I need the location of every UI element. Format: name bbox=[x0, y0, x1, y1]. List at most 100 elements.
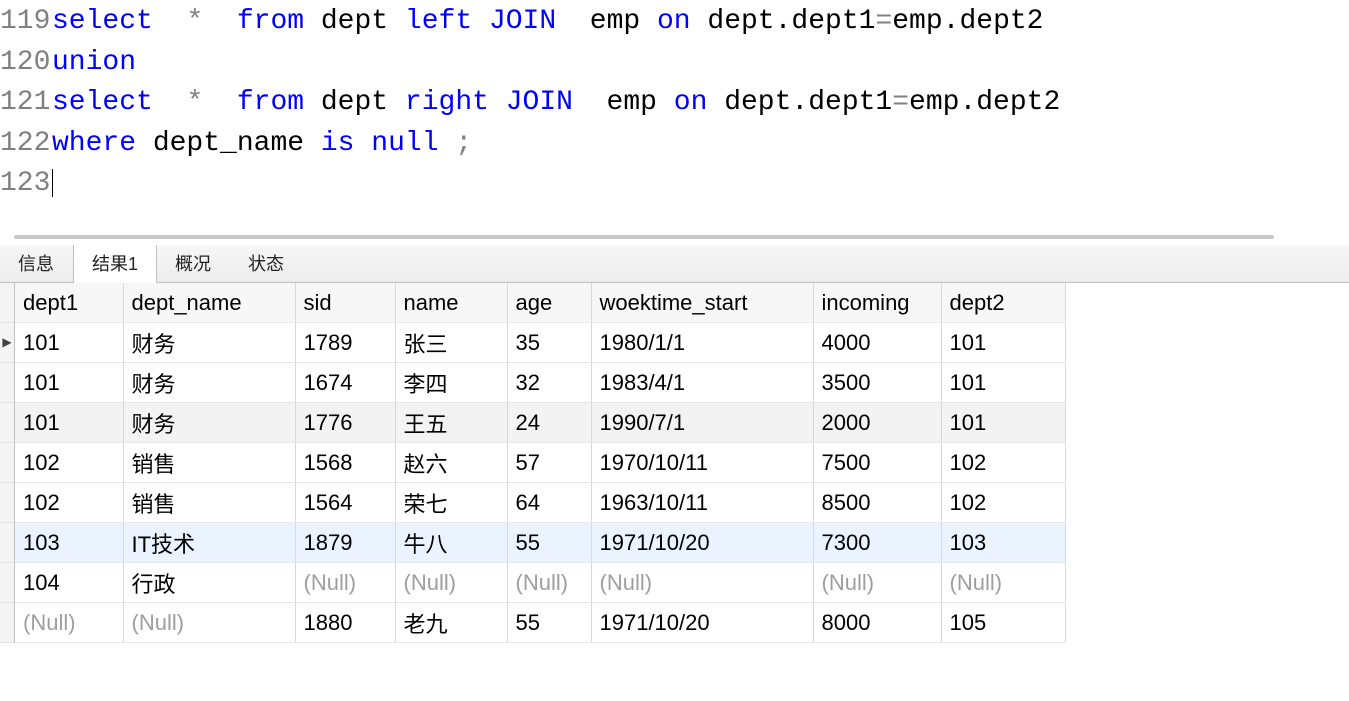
cell-name[interactable]: 牛八 bbox=[395, 523, 507, 563]
cell-woektime_start[interactable]: 1980/1/1 bbox=[591, 323, 813, 363]
scrollbar-thumb[interactable] bbox=[14, 235, 1274, 239]
cell-name[interactable]: 老九 bbox=[395, 603, 507, 643]
row-indicator[interactable] bbox=[0, 443, 14, 483]
cell-dept_name[interactable]: IT技术 bbox=[123, 523, 295, 563]
cell-incoming[interactable]: 3500 bbox=[813, 363, 941, 403]
table-row[interactable]: (Null)(Null)1880老九551971/10/208000105 bbox=[15, 603, 1065, 643]
cell-dept1[interactable]: 101 bbox=[15, 323, 123, 363]
cell-dept1[interactable]: (Null) bbox=[15, 603, 123, 643]
table-row[interactable]: 104行政(Null)(Null)(Null)(Null)(Null)(Null… bbox=[15, 563, 1065, 603]
cell-sid[interactable]: 1564 bbox=[295, 483, 395, 523]
code-content[interactable]: select * from dept left JOIN emp on dept… bbox=[52, 2, 1349, 43]
code-line[interactable]: 122where dept_name is null ; bbox=[0, 124, 1349, 165]
cell-incoming[interactable]: 2000 bbox=[813, 403, 941, 443]
result-grid[interactable]: dept1dept_namesidnameagewoektime_startin… bbox=[15, 283, 1066, 644]
cell-dept_name[interactable]: (Null) bbox=[123, 603, 295, 643]
table-row[interactable]: 103IT技术1879牛八551971/10/207300103 bbox=[15, 523, 1065, 563]
cell-woektime_start[interactable]: (Null) bbox=[591, 563, 813, 603]
cell-incoming[interactable]: 7500 bbox=[813, 443, 941, 483]
cell-incoming[interactable]: 4000 bbox=[813, 323, 941, 363]
cell-name[interactable]: 王五 bbox=[395, 403, 507, 443]
code-line[interactable]: 121select * from dept right JOIN emp on … bbox=[0, 83, 1349, 124]
cell-dept1[interactable]: 101 bbox=[15, 363, 123, 403]
cell-sid[interactable]: 1674 bbox=[295, 363, 395, 403]
cell-woektime_start[interactable]: 1971/10/20 bbox=[591, 603, 813, 643]
cell-age[interactable]: 32 bbox=[507, 363, 591, 403]
cell-sid[interactable]: 1568 bbox=[295, 443, 395, 483]
cell-dept2[interactable]: 103 bbox=[941, 523, 1065, 563]
cell-dept_name[interactable]: 财务 bbox=[123, 323, 295, 363]
cell-woektime_start[interactable]: 1970/10/11 bbox=[591, 443, 813, 483]
cell-dept1[interactable]: 104 bbox=[15, 563, 123, 603]
col-header-dept2[interactable]: dept2 bbox=[941, 283, 1065, 323]
col-header-woektime_start[interactable]: woektime_start bbox=[591, 283, 813, 323]
cell-age[interactable]: 57 bbox=[507, 443, 591, 483]
tab-1[interactable]: 结果1 bbox=[73, 245, 157, 282]
cell-dept1[interactable]: 102 bbox=[15, 483, 123, 523]
cell-dept1[interactable]: 102 bbox=[15, 443, 123, 483]
cell-sid[interactable]: 1879 bbox=[295, 523, 395, 563]
editor-scrollbar-horizontal[interactable] bbox=[0, 233, 1349, 241]
code-content[interactable] bbox=[52, 164, 1349, 205]
cell-dept_name[interactable]: 行政 bbox=[123, 563, 295, 603]
cell-dept2[interactable]: 105 bbox=[941, 603, 1065, 643]
cell-dept2[interactable]: 102 bbox=[941, 483, 1065, 523]
cell-dept2[interactable]: 101 bbox=[941, 403, 1065, 443]
code-line[interactable]: 123 bbox=[0, 164, 1349, 205]
table-row[interactable]: 101财务1776王五241990/7/12000101 bbox=[15, 403, 1065, 443]
tab-3[interactable]: 状态 bbox=[230, 245, 303, 282]
cell-age[interactable]: 35 bbox=[507, 323, 591, 363]
cell-dept2[interactable]: 102 bbox=[941, 443, 1065, 483]
cell-dept2[interactable]: (Null) bbox=[941, 563, 1065, 603]
sql-editor[interactable]: 119select * from dept left JOIN emp on d… bbox=[0, 0, 1349, 205]
cell-name[interactable]: (Null) bbox=[395, 563, 507, 603]
col-header-dept1[interactable]: dept1 bbox=[15, 283, 123, 323]
col-header-incoming[interactable]: incoming bbox=[813, 283, 941, 323]
cell-dept_name[interactable]: 销售 bbox=[123, 443, 295, 483]
code-content[interactable]: select * from dept right JOIN emp on dep… bbox=[52, 83, 1349, 124]
cell-name[interactable]: 张三 bbox=[395, 323, 507, 363]
cell-dept1[interactable]: 103 bbox=[15, 523, 123, 563]
col-header-sid[interactable]: sid bbox=[295, 283, 395, 323]
cell-incoming[interactable]: (Null) bbox=[813, 563, 941, 603]
code-line[interactable]: 120union bbox=[0, 43, 1349, 84]
col-header-age[interactable]: age bbox=[507, 283, 591, 323]
cell-dept_name[interactable]: 销售 bbox=[123, 483, 295, 523]
tab-2[interactable]: 概况 bbox=[157, 245, 230, 282]
code-content[interactable]: union bbox=[52, 43, 1349, 84]
cell-woektime_start[interactable]: 1963/10/11 bbox=[591, 483, 813, 523]
cell-name[interactable]: 赵六 bbox=[395, 443, 507, 483]
cell-age[interactable]: (Null) bbox=[507, 563, 591, 603]
cell-age[interactable]: 55 bbox=[507, 603, 591, 643]
row-indicator[interactable] bbox=[0, 523, 14, 563]
col-header-dept_name[interactable]: dept_name bbox=[123, 283, 295, 323]
row-indicator[interactable] bbox=[0, 363, 14, 403]
cell-sid[interactable]: 1880 bbox=[295, 603, 395, 643]
table-row[interactable]: 101财务1674李四321983/4/13500101 bbox=[15, 363, 1065, 403]
row-indicator[interactable] bbox=[0, 403, 14, 443]
cell-incoming[interactable]: 7300 bbox=[813, 523, 941, 563]
table-row[interactable]: 101财务1789张三351980/1/14000101 bbox=[15, 323, 1065, 363]
cell-sid[interactable]: 1776 bbox=[295, 403, 395, 443]
cell-age[interactable]: 64 bbox=[507, 483, 591, 523]
cell-woektime_start[interactable]: 1983/4/1 bbox=[591, 363, 813, 403]
cell-dept2[interactable]: 101 bbox=[941, 323, 1065, 363]
cell-age[interactable]: 55 bbox=[507, 523, 591, 563]
cell-woektime_start[interactable]: 1990/7/1 bbox=[591, 403, 813, 443]
cell-incoming[interactable]: 8000 bbox=[813, 603, 941, 643]
cell-sid[interactable]: (Null) bbox=[295, 563, 395, 603]
cell-incoming[interactable]: 8500 bbox=[813, 483, 941, 523]
cell-dept1[interactable]: 101 bbox=[15, 403, 123, 443]
tab-0[interactable]: 信息 bbox=[0, 245, 73, 282]
cell-dept_name[interactable]: 财务 bbox=[123, 363, 295, 403]
code-content[interactable]: where dept_name is null ; bbox=[52, 124, 1349, 165]
cell-dept_name[interactable]: 财务 bbox=[123, 403, 295, 443]
cell-name[interactable]: 李四 bbox=[395, 363, 507, 403]
cell-dept2[interactable]: 101 bbox=[941, 363, 1065, 403]
col-header-name[interactable]: name bbox=[395, 283, 507, 323]
cell-sid[interactable]: 1789 bbox=[295, 323, 395, 363]
cell-woektime_start[interactable]: 1971/10/20 bbox=[591, 523, 813, 563]
code-line[interactable]: 119select * from dept left JOIN emp on d… bbox=[0, 2, 1349, 43]
row-indicator[interactable] bbox=[0, 323, 14, 363]
cell-name[interactable]: 荣七 bbox=[395, 483, 507, 523]
